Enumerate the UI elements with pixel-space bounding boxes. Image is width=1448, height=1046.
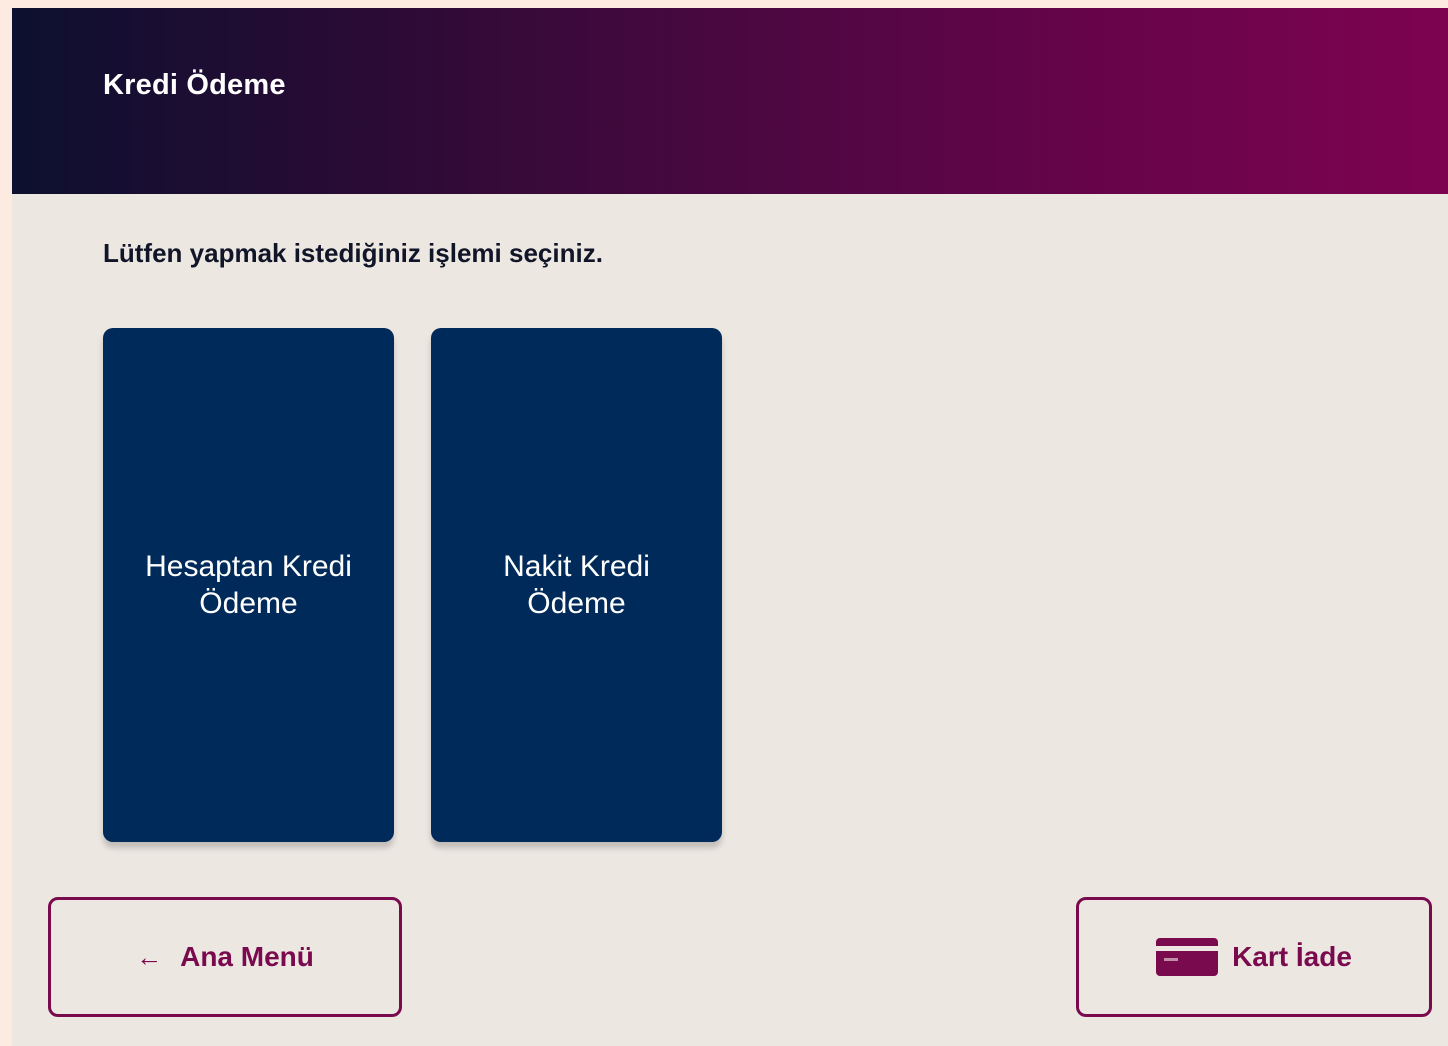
atm-screen: Kredi Ödeme Lütfen yapmak istediğiniz iş… xyxy=(12,8,1448,1046)
main-menu-button[interactable]: ← Ana Menü xyxy=(48,897,402,1017)
credit-card-icon xyxy=(1156,938,1219,976)
arrow-left-icon: ← xyxy=(136,942,163,972)
account-loan-payment-label: Hesaptan Kredi Ödeme xyxy=(145,550,352,620)
instruction-text: Lütfen yapmak istediğiniz işlemi seçiniz… xyxy=(103,238,603,268)
cash-loan-payment-label: Nakit Kredi Ödeme xyxy=(503,550,650,620)
account-loan-payment-button[interactable]: Hesaptan Kredi Ödeme xyxy=(103,328,394,842)
header-bar: Kredi Ödeme xyxy=(12,8,1448,194)
main-menu-label: Ana Menü xyxy=(180,941,314,972)
cash-loan-payment-button[interactable]: Nakit Kredi Ödeme xyxy=(431,328,722,842)
card-return-button[interactable]: Kart İade xyxy=(1076,897,1432,1017)
card-return-label: Kart İade xyxy=(1232,941,1352,972)
page-title: Kredi Ödeme xyxy=(103,69,286,101)
